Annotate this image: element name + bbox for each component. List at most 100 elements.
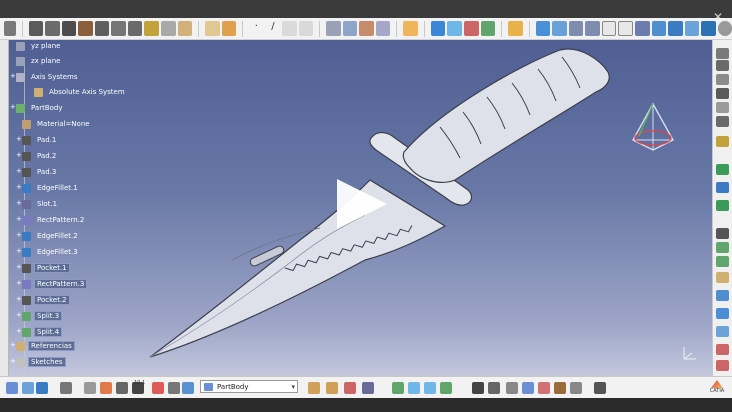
expand-icon[interactable]: +	[16, 327, 22, 335]
tool-icon[interactable]	[36, 382, 48, 394]
tree-node[interactable]: + EdgeFillet.2	[16, 230, 80, 242]
pad-icon[interactable]	[28, 21, 44, 36]
tool-icon[interactable]	[116, 382, 128, 394]
chamfer-icon[interactable]	[160, 21, 176, 36]
tree-node[interactable]: Absolute Axis System	[34, 86, 127, 98]
zoom-in-icon[interactable]	[601, 21, 617, 36]
tool-icon[interactable]	[716, 102, 729, 113]
tree-node[interactable]: + Split.3	[16, 310, 63, 322]
tree-node[interactable]: + Referencias	[10, 340, 75, 352]
analysis-icon[interactable]	[403, 21, 418, 36]
expand-icon[interactable]: +	[16, 199, 22, 207]
sketcher-icon[interactable]	[205, 21, 220, 36]
pattern-icon[interactable]	[447, 21, 463, 36]
groove-icon[interactable]	[78, 21, 93, 36]
tool-icon[interactable]	[362, 382, 374, 394]
point-icon[interactable]: ·	[249, 21, 264, 36]
swap-view-icon[interactable]	[701, 21, 716, 36]
tool-icon[interactable]	[716, 182, 729, 193]
expand-icon[interactable]: +	[16, 231, 22, 239]
tool-icon[interactable]	[538, 382, 550, 394]
thickness-icon[interactable]	[359, 21, 374, 36]
tool-icon[interactable]	[506, 382, 518, 394]
tool-icon[interactable]	[408, 382, 420, 394]
expand-icon[interactable]: +	[16, 263, 22, 271]
tree-node[interactable]: zx plane	[16, 55, 62, 67]
tool-icon[interactable]	[344, 382, 356, 394]
normal-view-icon[interactable]	[634, 21, 650, 36]
scaling-icon[interactable]	[480, 21, 496, 36]
mirror-icon[interactable]	[430, 21, 446, 36]
tree-node[interactable]: + PartBody	[10, 102, 65, 114]
expand-icon[interactable]: +	[16, 135, 22, 143]
tool-icon[interactable]	[522, 382, 534, 394]
tool-icon[interactable]	[716, 360, 729, 371]
tree-node[interactable]: + Pad.2	[16, 150, 58, 162]
tool-icon[interactable]	[716, 48, 729, 59]
line-icon[interactable]: /	[266, 21, 281, 36]
expand-icon[interactable]: +	[16, 215, 22, 223]
body-selector-dropdown[interactable]: PartBody ▾	[200, 380, 298, 393]
tool-icon[interactable]	[716, 242, 729, 253]
hide-show-icon[interactable]	[684, 21, 700, 36]
hole-icon[interactable]	[94, 21, 110, 36]
tool-icon[interactable]	[716, 290, 729, 301]
tool-icon[interactable]	[716, 344, 729, 355]
tool-icon[interactable]	[716, 116, 729, 127]
compass-icon[interactable]	[627, 100, 679, 154]
tool-icon[interactable]	[84, 382, 96, 394]
tool-icon[interactable]	[6, 382, 18, 394]
gear-icon[interactable]	[717, 21, 732, 36]
tool-icon[interactable]	[716, 256, 729, 267]
tool-icon[interactable]	[594, 382, 606, 394]
tool-icon[interactable]	[716, 272, 729, 283]
tool-icon[interactable]	[440, 382, 452, 394]
tree-node[interactable]: + Pocket.1	[16, 262, 70, 274]
shading-icon[interactable]	[668, 21, 683, 36]
tool-icon[interactable]	[716, 308, 729, 319]
tool-icon[interactable]	[488, 382, 500, 394]
expand-icon[interactable]: +	[16, 279, 22, 287]
draft-icon[interactable]	[177, 21, 193, 36]
tree-node[interactable]: + EdgeFillet.1	[16, 182, 80, 194]
chevron-down-icon[interactable]: ▾	[291, 381, 295, 394]
iso-view-icon[interactable]	[651, 21, 667, 36]
fillet-icon[interactable]	[144, 21, 159, 36]
expand-icon[interactable]: +	[16, 167, 22, 175]
tree-node[interactable]: + Sketches	[10, 356, 66, 368]
tool-icon[interactable]	[152, 382, 164, 394]
tool-icon[interactable]	[60, 382, 72, 394]
tree-node[interactable]: + EdgeFillet.3	[16, 246, 80, 258]
tree-node[interactable]: Material=None	[22, 118, 92, 130]
slot-icon[interactable]	[127, 21, 143, 36]
apply-material-icon[interactable]	[375, 21, 391, 36]
shaft-icon[interactable]	[61, 21, 77, 36]
tree-node[interactable]: + Slot.1	[16, 198, 59, 210]
tool-icon[interactable]	[22, 382, 34, 394]
tool-icon[interactable]	[716, 74, 729, 85]
tree-node[interactable]: + Pocket.2	[16, 294, 70, 306]
tree-node[interactable]: + RectPattern.3	[16, 278, 88, 290]
expand-icon[interactable]: +	[16, 295, 22, 303]
expand-icon[interactable]: +	[16, 247, 22, 255]
color-icon[interactable]	[508, 21, 523, 36]
sketch-icon[interactable]	[4, 21, 16, 36]
tool-icon[interactable]	[716, 326, 729, 337]
tool-icon[interactable]	[326, 382, 338, 394]
expand-icon[interactable]: +	[16, 311, 22, 319]
pocket-icon[interactable]	[45, 21, 60, 36]
axis-plane-icon[interactable]	[282, 21, 297, 36]
tool-icon[interactable]	[424, 382, 436, 394]
tool-icon[interactable]	[716, 88, 729, 99]
tool-icon[interactable]	[716, 228, 729, 239]
tool-icon[interactable]	[716, 200, 729, 211]
tree-node[interactable]: + RectPattern.2	[16, 214, 86, 226]
tree-node[interactable]: yz plane	[16, 40, 62, 52]
tree-node[interactable]: + Axis Systems	[10, 71, 80, 83]
rect-pattern-icon[interactable]	[464, 21, 479, 36]
tree-node[interactable]: + Split.4	[16, 326, 63, 338]
tool-icon[interactable]	[100, 382, 112, 394]
tool-icon[interactable]	[716, 136, 729, 147]
tool-icon[interactable]	[570, 382, 582, 394]
expand-icon[interactable]: +	[10, 103, 16, 111]
